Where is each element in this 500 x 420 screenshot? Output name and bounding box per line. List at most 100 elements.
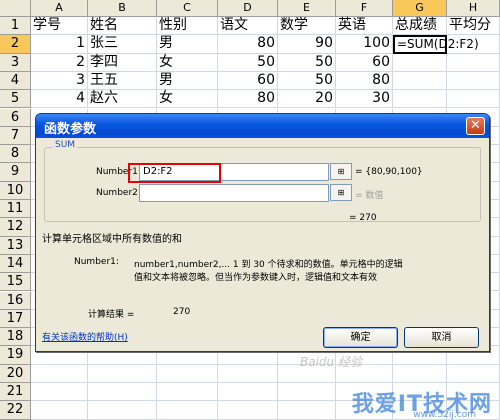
cell[interactable]: 80 [218,35,278,54]
row-header-12[interactable]: 12 [0,218,31,237]
cell[interactable]: 姓名 [88,17,157,36]
grid-cell[interactable] [447,53,500,72]
row-header-2[interactable]: 2 [0,35,31,54]
cell[interactable]: 赵六 [88,90,157,109]
cell[interactable]: 平均分 [447,17,500,36]
cell[interactable]: 80 [336,71,393,91]
row-header-7[interactable]: 7 [0,126,31,146]
row-header-18[interactable]: 18 [0,328,31,347]
cell[interactable]: 数学 [278,17,336,36]
cell[interactable]: 1 [31,35,88,54]
function-arguments-dialog: 函数参数 ✕ SUM Number1 D2:F2 ⊞ = {80,90,100}… [35,113,490,352]
cell[interactable]: 50 [278,71,336,91]
cell[interactable]: 100 [336,35,393,54]
grid-cell[interactable] [157,364,218,383]
row-header-19[interactable]: 19 [0,346,31,365]
cell[interactable]: 英语 [336,17,393,36]
cell[interactable]: 学号 [31,17,88,36]
grid-cell[interactable] [31,401,88,420]
argument-help-line2: 值和文本将被忽略。但当作为参数键入时，逻辑值和文本有效 [134,273,378,283]
row-header-1[interactable]: 1 [0,17,31,36]
grid-cell[interactable] [218,401,278,420]
cell[interactable]: 男 [157,35,218,54]
row-header-14[interactable]: 14 [0,254,31,274]
number2-input[interactable] [139,184,329,202]
column-header-b[interactable]: B [88,0,157,17]
grid-cell[interactable] [88,383,157,402]
argument-help-label: Number1: [74,257,119,267]
row-header-8[interactable]: 8 [0,145,31,164]
cell[interactable]: 90 [278,35,336,54]
cell[interactable]: 2 [31,53,88,72]
column-header-d[interactable]: D [218,0,278,17]
cell[interactable]: 20 [278,90,336,109]
number2-collapse-ref-icon[interactable]: ⊞ [330,184,352,201]
cell[interactable]: 女 [157,53,218,72]
grid-cell[interactable] [278,383,336,402]
select-all-corner[interactable] [0,0,31,17]
argument-help-line1: number1,number2,... 1 到 30 个待求和的数值。单元格中的… [134,260,403,270]
column-header-g[interactable]: G [393,0,447,17]
row-header-5[interactable]: 5 [0,90,31,109]
row-header-3[interactable]: 3 [0,53,31,72]
row-header-15[interactable]: 15 [0,273,31,292]
function-name-label: SUM [53,140,78,150]
grid-cell[interactable] [393,71,447,91]
row-header-9[interactable]: 9 [0,163,31,182]
cell[interactable]: 语文 [218,17,278,36]
cell[interactable]: 性别 [157,17,218,36]
grid-cell[interactable] [278,401,336,420]
row-header-11[interactable]: 11 [0,200,31,219]
grid-cell[interactable] [157,401,218,420]
grid-cell[interactable] [218,383,278,402]
cancel-button[interactable]: 取消 [404,327,479,348]
grid-cell[interactable] [447,71,500,91]
grid-cell[interactable] [88,364,157,383]
row-header-10[interactable]: 10 [0,181,31,200]
grid-cell[interactable] [31,364,88,383]
column-header-e[interactable]: E [278,0,336,17]
row-header-22[interactable]: 22 [0,401,31,420]
dialog-titlebar[interactable]: 函数参数 ✕ [36,114,489,138]
cell[interactable]: 3 [31,71,88,91]
grid-cell[interactable] [393,53,447,72]
cell[interactable]: 张三 [88,35,157,54]
column-header-a[interactable]: A [31,0,88,17]
cell[interactable]: 60 [218,71,278,91]
grid-cell[interactable] [31,383,88,402]
dialog-title: 函数参数 [44,122,97,137]
cell[interactable]: 50 [278,53,336,72]
row-header-4[interactable]: 4 [0,71,31,91]
cell[interactable]: 4 [31,90,88,109]
cell[interactable]: 男 [157,71,218,91]
cell[interactable]: 王五 [88,71,157,91]
row-header-20[interactable]: 20 [0,364,31,383]
column-header-c[interactable]: C [157,0,218,17]
column-header-f[interactable]: F [336,0,393,17]
grid-cell[interactable] [447,364,500,383]
cell[interactable]: 李四 [88,53,157,72]
row-header-13[interactable]: 13 [0,236,31,255]
grid-cell[interactable] [447,90,500,109]
row-header-6[interactable]: 6 [0,108,31,127]
active-cell-g2[interactable]: =SUM(D2:F2) [393,35,479,54]
grid-cell[interactable] [393,90,447,109]
cell[interactable]: 30 [336,90,393,109]
cell[interactable]: 女 [157,90,218,109]
ok-button[interactable]: 确定 [323,327,398,348]
row-header-17[interactable]: 17 [0,309,31,329]
grid-cell[interactable] [157,383,218,402]
grid-cell[interactable] [393,364,447,383]
close-button[interactable]: ✕ [466,117,485,135]
column-header-h[interactable]: H [447,0,500,17]
help-link[interactable]: 有关该函数的帮助(H) [42,330,128,343]
grid-cell[interactable] [218,364,278,383]
row-header-16[interactable]: 16 [0,291,31,310]
cell[interactable]: 50 [218,53,278,72]
cell[interactable]: 60 [336,53,393,72]
grid-cell[interactable] [88,401,157,420]
cell[interactable]: 80 [218,90,278,109]
cell[interactable]: 总成绩 [393,17,447,36]
row-header-21[interactable]: 21 [0,383,31,402]
number1-collapse-ref-icon[interactable]: ⊞ [330,163,352,180]
